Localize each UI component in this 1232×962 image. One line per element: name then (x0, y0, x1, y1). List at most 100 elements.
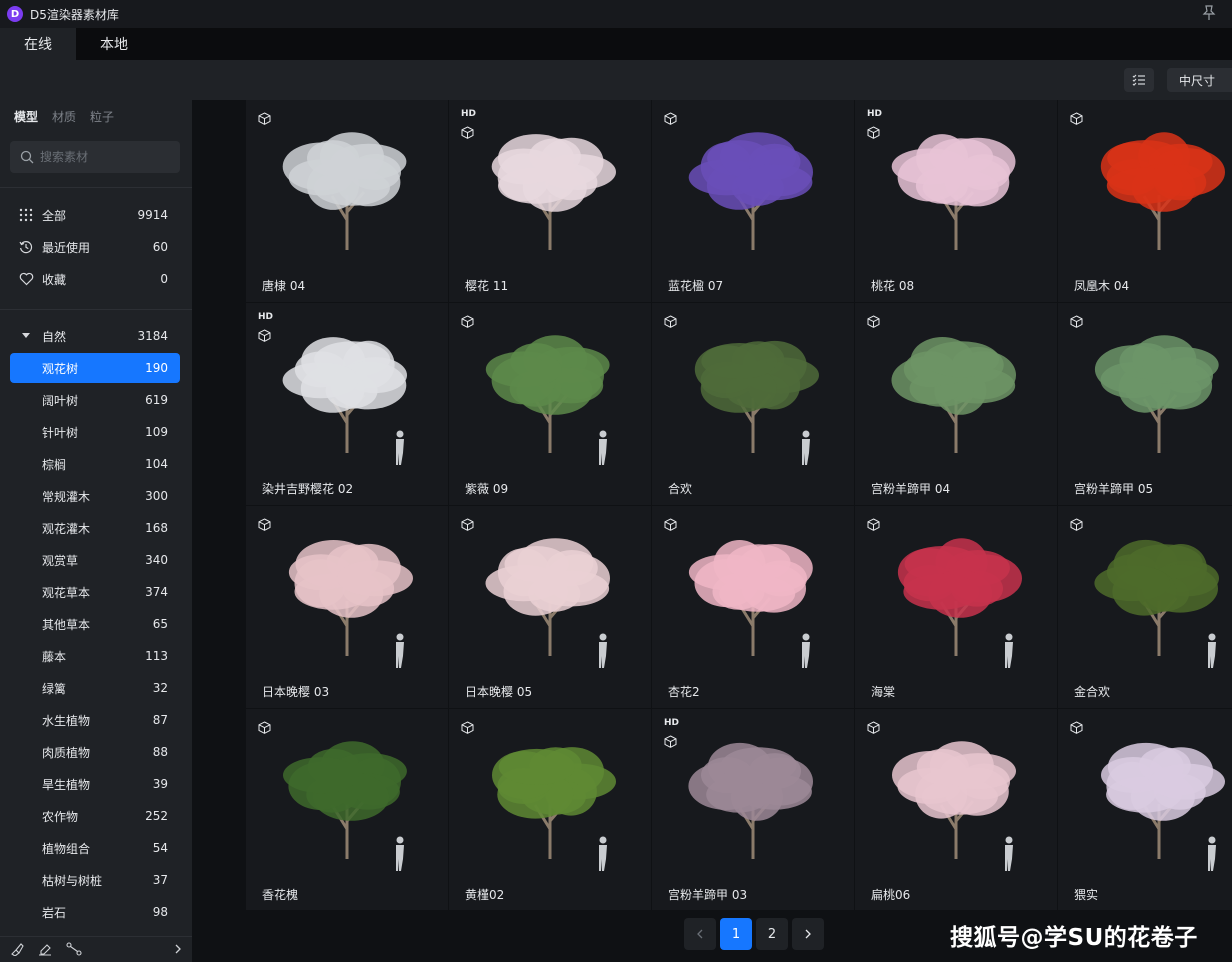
next-page-button[interactable] (792, 918, 824, 950)
tab-local[interactable]: 本地 (76, 28, 152, 60)
sidebar-subitem[interactable]: 旱生植物 39 (10, 769, 180, 799)
asset-card[interactable]: 日本晚樱 03 (246, 506, 448, 708)
grid-dots-icon (18, 207, 34, 223)
asset-thumbnail (282, 132, 407, 250)
asset-card[interactable]: 紫薇 09 (449, 303, 651, 505)
asset-card[interactable]: 海棠 (855, 506, 1057, 708)
sidebar-subitem[interactable]: 观花树 190 (10, 353, 180, 383)
sidebar-item-label: 全部 (42, 208, 67, 223)
asset-card[interactable]: 宫粉羊蹄甲 05 (1058, 303, 1232, 505)
divider (0, 309, 192, 310)
asset-card[interactable]: HD 桃花 08 (855, 100, 1057, 302)
brush-icon[interactable] (10, 942, 24, 956)
size-select[interactable]: 中尺寸 (1167, 68, 1232, 92)
asset-name: 染井吉野樱花 02 (262, 482, 354, 496)
model-cube-icon (867, 315, 880, 328)
asset-card[interactable]: 杏花2 (652, 506, 854, 708)
chevron-right-icon[interactable] (174, 944, 182, 954)
asset-card[interactable]: HD 宫粉羊蹄甲 03 (652, 709, 854, 910)
sidebar-subitem-count: 37 (152, 873, 168, 887)
asset-card[interactable]: 唐棣 04 (246, 100, 448, 302)
sidebar-subitem[interactable]: 棕榈 104 (10, 449, 180, 479)
prev-page-button[interactable] (684, 918, 716, 950)
asset-card[interactable]: 蓝花楹 07 (652, 100, 854, 302)
asset-card[interactable]: HD 染井吉野樱花 02 (246, 303, 448, 505)
model-cube-icon (664, 518, 677, 531)
sidebar-item-recent[interactable]: 最近使用 60 (10, 232, 180, 262)
asset-card[interactable]: 日本晚樱 05 (449, 506, 651, 708)
model-cube-icon (1070, 112, 1083, 125)
sidebar-subitem-count: 374 (145, 585, 168, 599)
sidebar-subitem-label: 观花树 (42, 361, 79, 376)
sidebar-subitem[interactable]: 藤本 113 (10, 641, 180, 671)
asset-name: 桃花 08 (871, 279, 915, 293)
sidebar-subitem[interactable]: 针叶树 109 (10, 417, 180, 447)
asset-name: 紫薇 09 (465, 482, 509, 496)
sidebar-group-nature[interactable]: 自然 3184 (10, 321, 180, 351)
tab-online[interactable]: 在线 (0, 28, 76, 60)
asset-name: 金合欢 (1074, 685, 1111, 699)
model-cube-icon (461, 315, 474, 328)
sidebar-subitem-label: 农作物 (42, 809, 79, 824)
sidebar-subitem[interactable]: 其他草本 65 (10, 609, 180, 639)
hd-badge: HD (664, 718, 680, 728)
pagination: 1 2 (684, 918, 824, 950)
asset-card[interactable]: 扁桃06 (855, 709, 1057, 910)
sidebar-item-all[interactable]: 全部 9914 (10, 200, 180, 230)
caret-down-icon (18, 328, 34, 344)
asset-card[interactable]: 金合欢 (1058, 506, 1232, 708)
path-tool-icon[interactable] (66, 942, 82, 956)
sidebar-subitem[interactable]: 绿篱 32 (10, 673, 180, 703)
asset-name: 蓝花楹 07 (668, 279, 724, 293)
asset-thumbnail (485, 335, 610, 465)
sidebar-subitem-label: 藤本 (42, 649, 67, 664)
category-tab-material[interactable]: 材质 (52, 108, 76, 125)
sidebar-subitem[interactable]: 植物组合 54 (10, 833, 180, 863)
sidebar-subitem[interactable]: 岩石 98 (10, 897, 180, 927)
sidebar-subitem-label: 棕榈 (42, 457, 67, 472)
hd-badge: HD (258, 312, 274, 322)
asset-thumbnail (288, 540, 413, 668)
sidebar-subitem[interactable]: 阔叶树 619 (10, 385, 180, 415)
asset-card[interactable]: 合欢 (652, 303, 854, 505)
model-cube-icon (664, 112, 677, 125)
asset-name: 凤凰木 04 (1074, 279, 1130, 293)
sidebar-subitem[interactable]: 观花灌木 168 (10, 513, 180, 543)
sidebar-subitem-count: 190 (145, 361, 168, 375)
asset-thumbnail (492, 747, 616, 871)
sidebar-subitem[interactable]: 常规灌木 300 (10, 481, 180, 511)
asset-card[interactable]: 猥实 (1058, 709, 1232, 910)
sidebar-item-favorites[interactable]: 收藏 0 (10, 264, 180, 294)
category-tab-particle[interactable]: 粒子 (90, 108, 114, 125)
sidebar-subitem[interactable]: 观赏草 340 (10, 545, 180, 575)
sidebar-subitem[interactable]: 肉质植物 88 (10, 737, 180, 767)
eraser-icon[interactable] (38, 942, 52, 956)
asset-card[interactable]: 黄槿02 (449, 709, 651, 910)
asset-name: 黄槿02 (465, 888, 505, 902)
asset-card[interactable]: 凤凰木 04 (1058, 100, 1232, 302)
sidebar-subitem[interactable]: 观花草本 374 (10, 577, 180, 607)
sidebar-bottom-bar (0, 936, 192, 962)
model-cube-icon (461, 518, 474, 531)
sidebar-subitem-label: 常规灌木 (42, 489, 91, 504)
sidebar-subitem-label: 观花灌木 (42, 521, 91, 536)
category-tab-model[interactable]: 模型 (14, 108, 38, 125)
pin-icon[interactable] (1202, 5, 1216, 21)
asset-card[interactable]: 香花槐 (246, 709, 448, 910)
sidebar-subitem[interactable]: 枯树与树桩 37 (10, 865, 180, 895)
asset-card[interactable]: 宫粉羊蹄甲 04 (855, 303, 1057, 505)
sidebar-item-count: 0 (160, 272, 168, 286)
sidebar-subitem-count: 252 (145, 809, 168, 823)
sidebar-subitem[interactable]: 水生植物 87 (10, 705, 180, 735)
asset-thumbnail (485, 538, 610, 668)
sidebar-subitem-count: 39 (152, 777, 168, 791)
asset-name: 香花槐 (262, 888, 299, 902)
page-button-1[interactable]: 1 (720, 918, 752, 950)
asset-card[interactable]: HD 樱花 11 (449, 100, 651, 302)
filter-button[interactable] (1124, 68, 1154, 92)
sidebar-subitem[interactable]: 农作物 252 (10, 801, 180, 831)
page-button-2[interactable]: 2 (756, 918, 788, 950)
search-input[interactable] (40, 150, 170, 164)
sidebar-subitem-label: 绿篱 (42, 681, 67, 696)
sidebar-subitem-count: 340 (145, 553, 168, 567)
